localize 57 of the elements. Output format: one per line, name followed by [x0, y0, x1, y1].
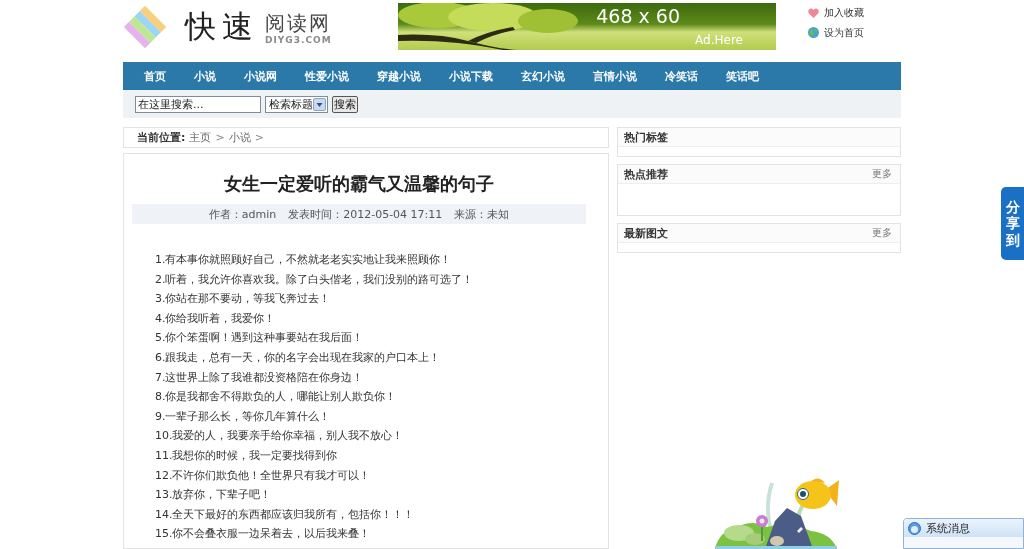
more-link[interactable]: 更多: [872, 228, 894, 238]
panel-title: 最新图文: [624, 227, 668, 239]
search-type-select[interactable]: 检索标题: [265, 95, 328, 113]
article-line: 1.有本事你就照顾好自己，不然就老老实实地让我来照顾你！: [155, 252, 452, 268]
ad-banner[interactable]: 468 x 60 Ad.Here: [398, 3, 776, 50]
nav-link[interactable]: 言情小说: [579, 70, 651, 82]
article-line: 4.你给我听着，我爱你！: [155, 310, 276, 327]
meta-text: 来源：未知: [454, 208, 510, 220]
article-title: 女生一定爱听的霸气又温馨的句子: [223, 173, 495, 195]
panel-title: 热门标签: [624, 131, 668, 143]
heart-icon: [808, 8, 819, 18]
round-bubble-icon: [908, 521, 921, 535]
nav-link[interactable]: 玄幻小说: [507, 70, 579, 82]
article-line: 8.你是我都舍不得欺负的人，哪能让别人欺负你！: [155, 389, 397, 406]
article-line: 3.你站在那不要动，等我飞奔过去！: [155, 291, 331, 308]
header-link[interactable]: 设为首页: [808, 27, 864, 38]
site-domain-text: DIYG3.COM: [265, 36, 332, 45]
nav-link[interactable]: 性爱小说: [291, 70, 363, 82]
article-line: 12.不许你们欺负他！全世界只有我才可以！: [155, 467, 371, 484]
nav-link[interactable]: 冷笑话: [651, 70, 712, 82]
ad-caption-text: Ad.Here: [695, 34, 743, 46]
breadcrumb-separator: >: [215, 132, 225, 143]
site-logo-title: 快速: [185, 11, 259, 42]
ad-size-text: 468 x 60: [596, 7, 680, 26]
article-line: 7.这世界上除了我谁都没资格陪在你身边！: [155, 369, 364, 386]
search-input[interactable]: 在这里搜索...: [135, 95, 261, 113]
article-line: 10.我爱的人，我要亲手给你幸福，别人我不放心！: [155, 428, 404, 445]
meta-text: 作者：admin: [208, 208, 277, 220]
article-line: 6.跟我走，总有一天，你的名字会出现在我家的户口本上！: [155, 349, 441, 366]
article-line: 15.你不会叠衣服一边呆着去，以后我来叠！: [155, 526, 371, 543]
nav-link[interactable]: 小说: [180, 70, 230, 82]
article-line: 14.全天下最好的东西都应该归我所有，包括你！！！: [155, 506, 415, 523]
nav-link[interactable]: 穿越小说: [363, 70, 435, 82]
article-line: 11.我想你的时候，我一定要找得到你: [155, 447, 338, 464]
article-line: 5.你个笨蛋啊！遇到这种事要站在我后面！: [155, 330, 364, 347]
breadcrumb-label: 当前位置:: [137, 132, 186, 143]
nav-link[interactable]: 笑话吧: [712, 70, 773, 82]
share-tab[interactable]: 分享到: [1001, 187, 1024, 260]
article-line: 2.听着，我允许你喜欢我。除了白头偕老，我们没别的路可选了！: [155, 271, 474, 288]
panel-title: 热点推荐: [624, 168, 668, 180]
caret-icon: [313, 97, 326, 111]
site-logo-subtitle: 阅读网: [265, 13, 332, 33]
striped-diamond-logo-icon: [123, 5, 167, 49]
search-button[interactable]: 搜索: [332, 95, 358, 113]
nav-link[interactable]: 小说网: [230, 70, 291, 82]
breadcrumb-link[interactable]: 小说: [228, 132, 251, 143]
popup-title: 系统消息: [926, 522, 970, 534]
breadcrumb-separator: >: [254, 132, 264, 143]
globe-icon: [808, 27, 819, 38]
article-line: 9.一辈子那么长，等你几年算什么！: [155, 408, 331, 425]
header-link[interactable]: 加入收藏: [808, 8, 864, 18]
breadcrumb-link[interactable]: 主页: [189, 132, 212, 143]
article-line: 13.放弃你，下辈子吧！: [155, 487, 272, 504]
meta-text: 发表时间：2012-05-04 17:11: [288, 208, 443, 220]
more-link[interactable]: 更多: [872, 169, 894, 179]
nav-link[interactable]: 小说下载: [435, 70, 507, 82]
nav-link[interactable]: 首页: [130, 70, 180, 82]
